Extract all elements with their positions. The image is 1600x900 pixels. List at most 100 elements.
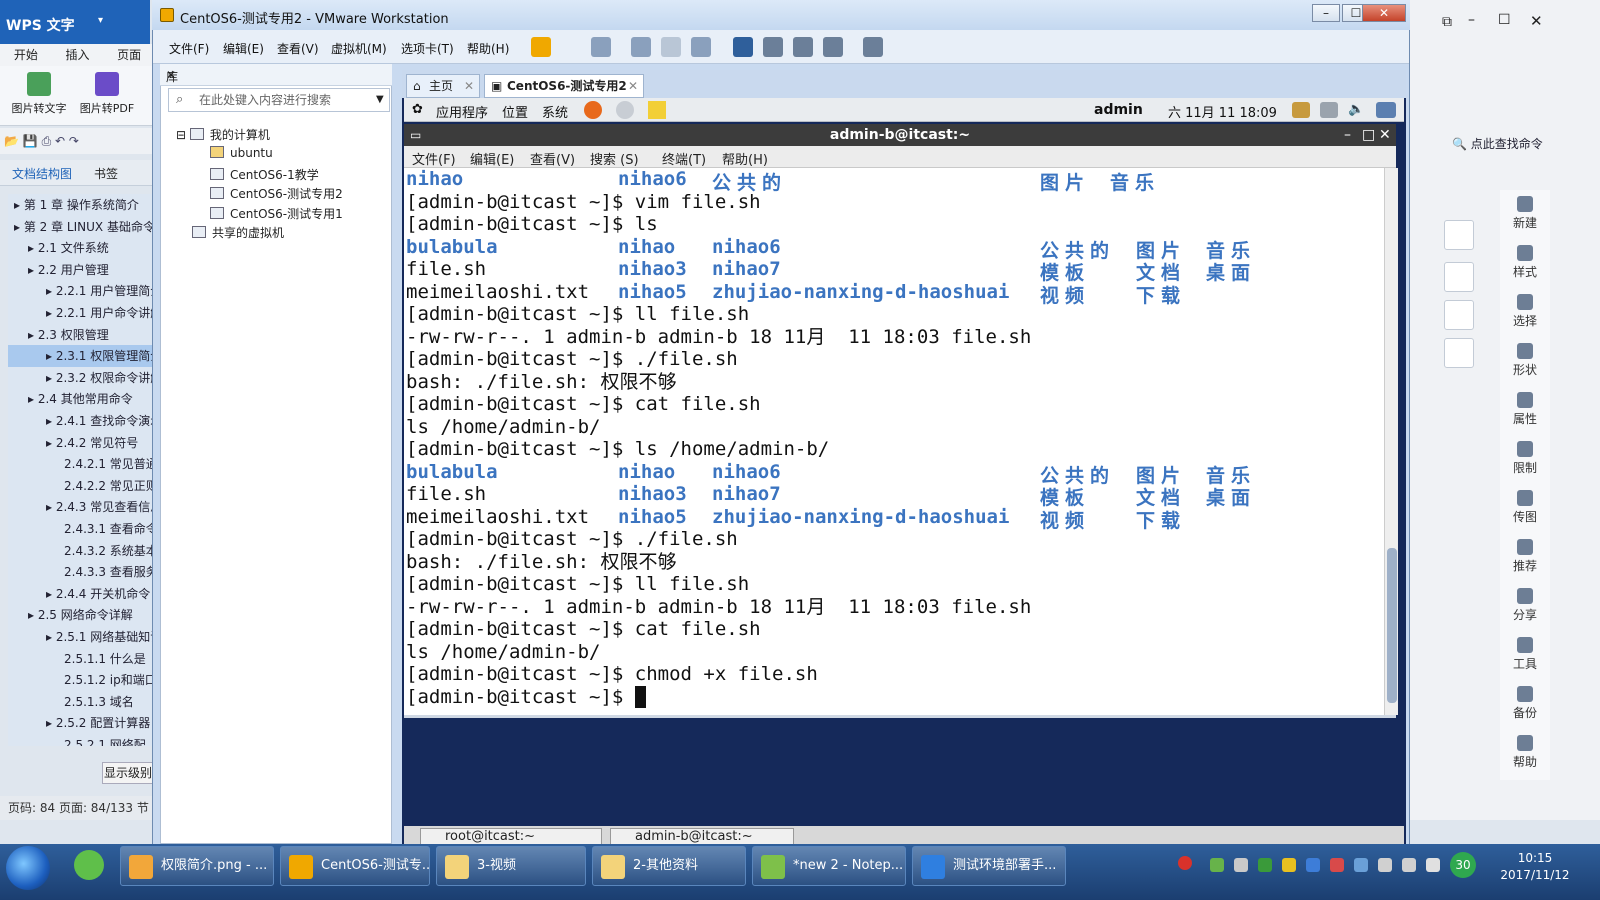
outline-item[interactable]: 2.5.1.3 域名 bbox=[8, 691, 153, 713]
side-tool[interactable]: 选择 bbox=[1500, 294, 1550, 329]
image-to-text-button[interactable]: 图片转文字 bbox=[8, 72, 70, 116]
expand-icon[interactable]: ▸ bbox=[28, 392, 38, 406]
tab-centos-test2[interactable]: ▣ CentOS6-测试专用2 ✕ bbox=[484, 74, 644, 98]
term-menu-terminal[interactable]: 终端(T) bbox=[662, 149, 706, 168]
outline-item[interactable]: ▸ 2.2.1 用户命令讲解 bbox=[8, 302, 153, 324]
menu-tabs[interactable]: 选项卡(T) bbox=[401, 40, 454, 57]
gnome-clock[interactable]: 六 11月 11 18:09 bbox=[1168, 102, 1277, 121]
outline-item[interactable]: ▸ 2.2 用户管理 bbox=[8, 259, 153, 281]
outline-item[interactable]: ▸ 第 2 章 LINUX 基础命令 bbox=[8, 216, 153, 238]
outline-item[interactable]: ▸ 2.4.2 常见符号 bbox=[8, 432, 153, 454]
taskbar-item-image-viewer[interactable]: 权限简介.png - ... bbox=[120, 846, 274, 886]
note-icon[interactable] bbox=[648, 101, 666, 119]
image-to-pdf-button[interactable]: 图片转PDF bbox=[74, 72, 140, 116]
outline-item[interactable]: ▸ 2.4.3 常见查看信息 bbox=[8, 496, 153, 518]
terminal-scrollbar[interactable] bbox=[1384, 168, 1398, 715]
sidebar-toggle-icon[interactable] bbox=[733, 37, 753, 57]
pause-icon[interactable] bbox=[531, 37, 551, 57]
outline-item[interactable]: ▸ 2.4.4 开关机命令 bbox=[8, 583, 153, 605]
outline-item[interactable]: 2.5.1.1 什么是 bbox=[8, 648, 153, 670]
frame-icon[interactable] bbox=[1444, 338, 1474, 368]
send-keys-icon[interactable] bbox=[591, 37, 611, 57]
outline-item[interactable]: 2.4.2.1 常见普通 bbox=[8, 453, 153, 475]
outline-item[interactable]: ▸ 2.1 文件系统 bbox=[8, 237, 153, 259]
outline-item[interactable]: 2.4.3.3 查看服务 bbox=[8, 561, 153, 583]
menu-file[interactable]: 文件(F) bbox=[169, 40, 209, 57]
side-tool[interactable]: 帮助 bbox=[1500, 735, 1550, 770]
expand-icon[interactable]: ▸ bbox=[46, 414, 56, 428]
shield-icon[interactable] bbox=[1258, 858, 1272, 872]
taskbar-item-folder-video[interactable]: 3-视频 bbox=[436, 846, 586, 886]
maximize-button[interactable]: □ bbox=[1362, 124, 1375, 146]
email-icon[interactable] bbox=[616, 101, 634, 119]
side-tool[interactable]: 传图 bbox=[1500, 490, 1550, 525]
expand-icon[interactable]: ▸ bbox=[14, 220, 24, 234]
outline-item[interactable]: ▸ 第 1 章 操作系统简介 bbox=[8, 194, 153, 216]
outline-item[interactable]: ▸ 2.2.1 用户管理简介 bbox=[8, 280, 153, 302]
undo-icon[interactable]: ↶ bbox=[55, 134, 65, 148]
snapshot-manager-icon[interactable] bbox=[691, 37, 711, 57]
redo-icon[interactable]: ↷ bbox=[69, 134, 79, 148]
save-icon[interactable]: 💾 bbox=[23, 134, 38, 148]
outline-item[interactable]: ▸ 2.3.2 权限命令讲解 bbox=[8, 367, 153, 389]
revert-snapshot-icon[interactable] bbox=[661, 37, 681, 57]
side-tool[interactable]: 推荐 bbox=[1500, 539, 1550, 574]
unity-icon[interactable] bbox=[823, 37, 843, 57]
outline-item[interactable]: 2.4.3.1 查看命令 bbox=[8, 518, 153, 540]
side-tool[interactable]: 分享 bbox=[1500, 588, 1550, 623]
expand-icon[interactable]: ▸ bbox=[46, 500, 56, 514]
crop-icon[interactable] bbox=[1444, 300, 1474, 330]
outline-item[interactable]: ▸ 2.3 权限管理 bbox=[8, 324, 153, 346]
thumbnail-icon[interactable] bbox=[763, 37, 783, 57]
start-button[interactable] bbox=[6, 846, 50, 890]
printer-icon[interactable] bbox=[1234, 858, 1248, 872]
outline-item[interactable]: ▸ 2.5.1 网络基础知识 bbox=[8, 626, 153, 648]
outline-item[interactable]: 2.4.3.2 系统基本 bbox=[8, 540, 153, 562]
gnome-menu-system[interactable]: 系统 bbox=[542, 102, 568, 121]
tab-home[interactable]: ⌂ 主页 ✕ bbox=[406, 74, 480, 98]
chevron-down-icon[interactable]: ▾ bbox=[98, 15, 103, 26]
tree-vm-centos-test1[interactable]: CentOS6-测试专用1 bbox=[210, 205, 343, 222]
expand-icon[interactable]: ▸ bbox=[14, 198, 24, 212]
taskbar-item-vmware[interactable]: CentOS6-测试专... bbox=[280, 846, 430, 886]
tab-bookmarks[interactable]: 书签 bbox=[94, 165, 118, 182]
wifi-icon[interactable] bbox=[1354, 858, 1368, 872]
taskbar-item-folder-other[interactable]: 2-其他资料 bbox=[592, 846, 746, 886]
expand-icon[interactable]: ▸ bbox=[46, 630, 56, 644]
chart-icon[interactable] bbox=[1444, 220, 1474, 250]
side-tool[interactable]: 属性 bbox=[1500, 392, 1550, 427]
update-icon[interactable] bbox=[1292, 102, 1310, 118]
close-button[interactable]: ✕ bbox=[1530, 12, 1543, 30]
restore-icon[interactable]: ⧉ bbox=[1442, 14, 1452, 30]
expand-icon[interactable]: ▸ bbox=[46, 284, 56, 298]
expand-icon[interactable]: ▸ bbox=[46, 436, 56, 450]
close-icon[interactable]: ✕ bbox=[464, 75, 474, 97]
expand-icon[interactable]: ▸ bbox=[46, 306, 56, 320]
minimize-button[interactable]: – bbox=[1312, 4, 1340, 22]
chevron-down-icon[interactable]: ▼ bbox=[376, 94, 384, 105]
snapshot-icon[interactable] bbox=[631, 37, 651, 57]
scrollbar-thumb[interactable] bbox=[1387, 548, 1397, 703]
volume-icon[interactable]: 🔈 bbox=[1348, 102, 1364, 117]
display-icon[interactable] bbox=[1376, 102, 1396, 118]
menu-view[interactable]: 查看(V) bbox=[277, 40, 319, 57]
gnome-user[interactable]: admin bbox=[1094, 102, 1143, 118]
outline-item[interactable]: ▸ 2.4.1 查找命令演示 bbox=[8, 410, 153, 432]
close-icon[interactable]: ✕ bbox=[628, 75, 638, 97]
refresh-app-icon[interactable] bbox=[74, 850, 104, 880]
app-tray-icon[interactable] bbox=[1306, 858, 1320, 872]
command-search[interactable]: 🔍 点此查找命令 bbox=[1452, 134, 1600, 154]
tree-my-computer[interactable]: ⊟ 我的计算机 bbox=[176, 126, 270, 143]
tree-vm-centos-teach[interactable]: CentOS6-1教学 bbox=[210, 166, 319, 183]
expand-icon[interactable]: ▸ bbox=[46, 349, 56, 363]
taskbar-clock[interactable]: 10:15 2017/11/12 bbox=[1470, 846, 1600, 890]
minimize-button[interactable]: – bbox=[1344, 124, 1351, 146]
console-view-icon[interactable] bbox=[863, 37, 883, 57]
sogou-icon[interactable] bbox=[1178, 856, 1192, 870]
tree-vm-centos-test2[interactable]: CentOS6-测试专用2 bbox=[210, 185, 343, 202]
virus-icon[interactable] bbox=[1330, 858, 1344, 872]
gnome-menu-places[interactable]: 位置 bbox=[502, 102, 528, 121]
terminal-output[interactable]: nihao nihao6 公共的 图片 音乐 [admin-b@itcast ~]$ vi… bbox=[404, 168, 1384, 715]
term-menu-help[interactable]: 帮助(H) bbox=[722, 149, 768, 168]
wps-menu-page[interactable]: 页面 bbox=[103, 44, 155, 66]
